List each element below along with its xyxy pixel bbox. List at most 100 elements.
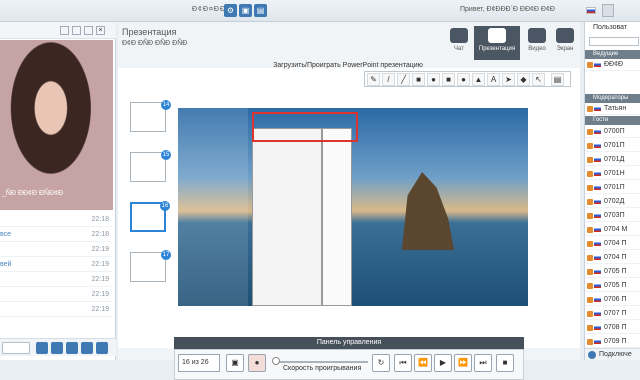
connect-bar[interactable]: Подключе (585, 348, 640, 360)
circle-icon[interactable]: ● (427, 73, 440, 86)
slide-thumbnail[interactable]: 17 (130, 250, 171, 282)
shape-icon[interactable]: ▲ (472, 73, 485, 86)
play-icon[interactable]: ▶ (434, 354, 452, 372)
tab-video[interactable]: Видео (522, 26, 552, 60)
pen-icon[interactable] (66, 342, 78, 354)
users-panel: Пользоват Ведущие ÐÐ¢Ð Модераторы Татьян… (584, 22, 640, 360)
flag-icon (594, 62, 601, 67)
presenter-image (0, 40, 113, 210)
chat-input[interactable] (2, 342, 30, 354)
user-item[interactable]: 0701П (585, 140, 640, 152)
settings-icon[interactable]: ⚙ (224, 4, 237, 17)
section-moderators: Модераторы (585, 94, 640, 103)
chat-icon (450, 28, 468, 43)
user-item[interactable]: 0708 П (585, 322, 640, 334)
close-icon[interactable]: × (96, 26, 105, 35)
users-header: Пользоват (593, 24, 628, 31)
user-item[interactable]: 0704 П (585, 252, 640, 264)
chat-time: 22:18 (91, 216, 109, 223)
connect-icon (588, 351, 596, 359)
user-item[interactable]: 0706 П (585, 294, 640, 306)
line2-icon[interactable]: ╱ (397, 73, 410, 86)
refresh-icon[interactable]: ↻ (372, 354, 390, 372)
last-slide-icon[interactable]: ⏭ (474, 354, 492, 372)
users-search-input[interactable] (589, 37, 639, 46)
slide-thumbnail[interactable]: 14 (130, 100, 171, 132)
page-select[interactable]: 16 из 26 (178, 354, 220, 372)
stop-icon[interactable]: ■ (496, 354, 514, 372)
section-hosts: Ведущие (585, 50, 640, 59)
speed-slider-handle[interactable] (272, 357, 280, 365)
square-icon[interactable]: ■ (442, 73, 455, 86)
user-item[interactable]: 0704 П (585, 238, 640, 250)
chat-message: вей 22:19 (0, 257, 112, 272)
presenter-caption: _ÑÐ ÐÐ¢Ð ÐÑÐ¢Ð (2, 190, 64, 197)
drawing-toolbar: ✎ / ╱ ■ ● ■ ● ▲ A ➤ ◆ ↖ ▤ (364, 71, 571, 87)
greeting-text: Привет, Ð¢ÐÐÐ´Ð ÐÐ¢Ð Ð¢Ð (460, 6, 555, 13)
tab-presentation[interactable]: Презентация (474, 26, 520, 60)
user-item[interactable]: 0709 П (585, 336, 640, 348)
highlight-box (252, 112, 358, 142)
user-icon (587, 106, 593, 112)
user-item[interactable]: 0700П (585, 126, 640, 138)
tab-chat[interactable]: Чат (444, 26, 474, 60)
chat-input-bar (0, 338, 116, 356)
speed-slider[interactable] (274, 361, 368, 363)
video-icon (528, 28, 546, 43)
tab-screen[interactable]: Экран (550, 26, 580, 60)
save-icon[interactable]: ▤ (254, 4, 267, 17)
select-icon[interactable]: ↖ (532, 73, 545, 86)
user-item[interactable]: 0703П (585, 210, 640, 222)
desktop-icons (178, 108, 248, 306)
left-panel: × _ÑÐ ÐÐ¢Ð ÐÑÐ¢Ð 22:18 все 22:18 22:19 ве… (0, 22, 116, 360)
line-icon[interactable]: / (382, 73, 395, 86)
text-icon[interactable]: A (487, 73, 500, 86)
rect-icon[interactable]: ■ (412, 73, 425, 86)
section-guests: Гости (585, 116, 640, 125)
pencil-icon[interactable]: ✎ (367, 73, 380, 86)
first-slide-icon[interactable]: ⏮ (394, 354, 412, 372)
control-panel-title: Панель управления (174, 337, 524, 349)
chat-time: 22:19 (91, 261, 109, 268)
rewind-icon[interactable]: ⏪ (414, 354, 432, 372)
user-item[interactable]: 0701Н (585, 168, 640, 180)
slide-thumbnail[interactable]: 15 (130, 150, 171, 182)
laser-icon[interactable]: ● (248, 354, 266, 372)
attach-icon[interactable] (51, 342, 63, 354)
slides-icon[interactable]: ▣ (226, 354, 244, 372)
chat-message: все 22:18 (0, 227, 112, 242)
chat-message: 22:19 (0, 242, 112, 257)
clear-icon[interactable]: ▤ (551, 73, 564, 86)
chat-list: 22:18 все 22:18 22:19 вей 22:19 22:19 22:1… (0, 212, 116, 327)
expand-icon[interactable] (84, 26, 93, 35)
mic-icon[interactable] (60, 26, 69, 35)
presentation-name: Ð¢Ð ÐÑÐ ÐÑÐ ÐÑÐ (122, 40, 188, 47)
user-item[interactable]: 0704 М (585, 224, 640, 236)
smile-icon[interactable] (36, 342, 48, 354)
pointer-icon[interactable]: ➤ (502, 73, 515, 86)
user-item[interactable]: 0701Д (585, 154, 640, 166)
logout-icon[interactable] (602, 4, 614, 17)
language-flag-icon[interactable] (586, 7, 596, 14)
user-item[interactable]: 0702Д (585, 196, 640, 208)
user-item[interactable]: ÐÐ¢Ð (585, 59, 640, 71)
eraser-icon[interactable]: ◆ (517, 73, 530, 86)
lock-icon[interactable]: ▣ (239, 4, 252, 17)
chat-message: 22:18 (0, 212, 112, 227)
circle2-icon[interactable]: ● (457, 73, 470, 86)
user-item[interactable]: 0705 П (585, 266, 640, 278)
send-icon[interactable] (96, 342, 108, 354)
user-item[interactable]: Татьян (585, 103, 640, 115)
upload-presentation-link[interactable]: Загрузить/Проиграть PowerPoint презентац… (258, 62, 438, 69)
user-item[interactable]: 0701П (585, 182, 640, 194)
chat-time: 22:19 (91, 291, 109, 298)
user-item[interactable]: 0707 П (585, 308, 640, 320)
connect-label: Подключе (599, 351, 632, 358)
explorer-list (322, 128, 352, 306)
fast-forward-icon[interactable]: ⏩ (454, 354, 472, 372)
webcam-video: _ÑÐ ÐÐ¢Ð ÐÑÐ¢Ð (0, 40, 113, 210)
message-icon[interactable] (81, 342, 93, 354)
user-item[interactable]: 0705 П (585, 280, 640, 292)
camera-icon[interactable] (72, 26, 81, 35)
slide-thumbnail-current[interactable]: 16 (130, 201, 170, 232)
